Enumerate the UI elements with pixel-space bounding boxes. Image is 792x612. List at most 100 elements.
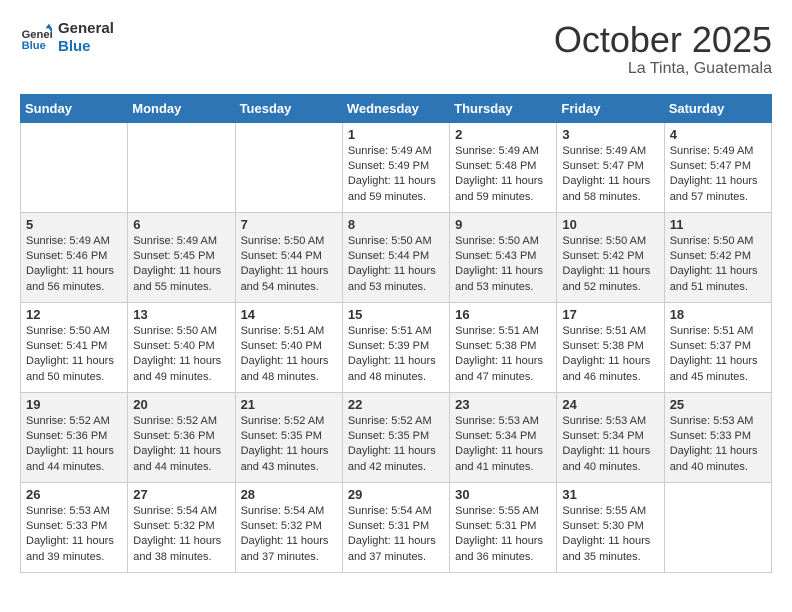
days-header-row: SundayMondayTuesdayWednesdayThursdayFrid… [21, 94, 772, 122]
cell-line: Sunrise: 5:50 AM [670, 235, 754, 247]
cell-line: Sunset: 5:46 PM [26, 250, 107, 262]
cell-line: Sunrise: 5:51 AM [670, 325, 754, 337]
cell-line: and 55 minutes. [133, 281, 211, 293]
cell-line: Sunrise: 5:52 AM [348, 415, 432, 427]
cell-line: Daylight: 11 hours [455, 445, 543, 457]
cell-line: Daylight: 11 hours [241, 445, 329, 457]
cell-line: Daylight: 11 hours [26, 445, 114, 457]
day-number: 12 [26, 307, 122, 322]
cell-line: Sunrise: 5:49 AM [562, 145, 646, 157]
cell-line: Sunrise: 5:53 AM [562, 415, 646, 427]
cell-line: and 50 minutes. [26, 371, 104, 383]
cell-content: Sunrise: 5:50 AMSunset: 5:44 PMDaylight:… [348, 234, 444, 296]
cell-line: Sunset: 5:40 PM [241, 340, 322, 352]
cell-content: Sunrise: 5:50 AMSunset: 5:44 PMDaylight:… [241, 234, 337, 296]
week-row-5: 26Sunrise: 5:53 AMSunset: 5:33 PMDayligh… [21, 482, 772, 572]
cell-line: Daylight: 11 hours [562, 355, 650, 367]
title-block: October 2025 La Tinta, Guatemala [554, 20, 772, 78]
cell-line: and 40 minutes. [562, 461, 640, 473]
cell-line: and 37 minutes. [348, 551, 426, 563]
day-number: 9 [455, 217, 551, 232]
cell-line: Sunrise: 5:53 AM [455, 415, 539, 427]
cell-line: Daylight: 11 hours [562, 535, 650, 547]
calendar-cell: 3Sunrise: 5:49 AMSunset: 5:47 PMDaylight… [557, 122, 664, 212]
day-number: 8 [348, 217, 444, 232]
cell-line: Sunset: 5:31 PM [455, 520, 536, 532]
calendar-cell: 4Sunrise: 5:49 AMSunset: 5:47 PMDaylight… [664, 122, 771, 212]
cell-content: Sunrise: 5:54 AMSunset: 5:31 PMDaylight:… [348, 504, 444, 566]
day-number: 26 [26, 487, 122, 502]
cell-content: Sunrise: 5:53 AMSunset: 5:34 PMDaylight:… [562, 414, 658, 476]
logo-blue: Blue [58, 38, 114, 56]
calendar-cell: 30Sunrise: 5:55 AMSunset: 5:31 PMDayligh… [450, 482, 557, 572]
cell-content: Sunrise: 5:51 AMSunset: 5:38 PMDaylight:… [562, 324, 658, 386]
cell-line: Sunset: 5:30 PM [562, 520, 643, 532]
week-row-4: 19Sunrise: 5:52 AMSunset: 5:36 PMDayligh… [21, 392, 772, 482]
cell-content: Sunrise: 5:50 AMSunset: 5:40 PMDaylight:… [133, 324, 229, 386]
day-number: 4 [670, 127, 766, 142]
cell-line: Daylight: 11 hours [562, 445, 650, 457]
cell-line: Sunset: 5:47 PM [562, 160, 643, 172]
cell-line: Sunset: 5:35 PM [348, 430, 429, 442]
day-number: 31 [562, 487, 658, 502]
cell-content: Sunrise: 5:52 AMSunset: 5:35 PMDaylight:… [241, 414, 337, 476]
week-row-2: 5Sunrise: 5:49 AMSunset: 5:46 PMDaylight… [21, 212, 772, 302]
cell-line: and 44 minutes. [133, 461, 211, 473]
cell-content: Sunrise: 5:49 AMSunset: 5:48 PMDaylight:… [455, 144, 551, 206]
cell-content: Sunrise: 5:49 AMSunset: 5:46 PMDaylight:… [26, 234, 122, 296]
calendar-cell: 28Sunrise: 5:54 AMSunset: 5:32 PMDayligh… [235, 482, 342, 572]
cell-line: Sunrise: 5:50 AM [348, 235, 432, 247]
cell-content: Sunrise: 5:52 AM Sunset: 5:35 PM Daylight:… [348, 414, 444, 476]
day-number: 3 [562, 127, 658, 142]
cell-line: Sunrise: 5:51 AM [241, 325, 325, 337]
cell-line: Daylight: 11 hours [133, 265, 221, 277]
cell-line: Daylight: 11 hours [670, 265, 758, 277]
day-number: 18 [670, 307, 766, 322]
cell-content: Sunrise: 5:52 AMSunset: 5:36 PMDaylight:… [133, 414, 229, 476]
cell-line: Sunrise: 5:54 AM [348, 505, 432, 517]
cell-line: and 56 minutes. [26, 281, 104, 293]
cell-line: Sunset: 5:42 PM [670, 250, 751, 262]
day-number: 11 [670, 217, 766, 232]
cell-line: and 37 minutes. [241, 551, 319, 563]
cell-line: Sunrise: 5:51 AM [348, 325, 432, 337]
cell-line: Sunset: 5:31 PM [348, 520, 429, 532]
calendar-cell: 9Sunrise: 5:50 AMSunset: 5:43 PMDaylight… [450, 212, 557, 302]
cell-line: Daylight: 11 hours [241, 535, 329, 547]
cell-line: and 44 minutes. [26, 461, 104, 473]
cell-line: and 52 minutes. [562, 281, 640, 293]
cell-line: and 53 minutes. [348, 281, 426, 293]
cell-content: Sunrise: 5:55 AMSunset: 5:30 PMDaylight:… [562, 504, 658, 566]
location-subtitle: La Tinta, Guatemala [554, 60, 772, 78]
calendar-cell: 12Sunrise: 5:50 AMSunset: 5:41 PMDayligh… [21, 302, 128, 392]
calendar-cell: 29Sunrise: 5:54 AMSunset: 5:31 PMDayligh… [342, 482, 449, 572]
day-number: 6 [133, 217, 229, 232]
calendar-cell: 25Sunrise: 5:53 AMSunset: 5:33 PMDayligh… [664, 392, 771, 482]
cell-line: and 36 minutes. [455, 551, 533, 563]
calendar-cell: 27Sunrise: 5:54 AMSunset: 5:32 PMDayligh… [128, 482, 235, 572]
calendar-cell: 19Sunrise: 5:52 AMSunset: 5:36 PMDayligh… [21, 392, 128, 482]
cell-line: Daylight: 11 hours [348, 445, 436, 457]
logo-icon: General Blue [20, 22, 52, 54]
cell-line: Daylight: 11 hours [348, 265, 436, 277]
cell-line: Sunset: 5:35 PM [241, 430, 322, 442]
cell-line: Daylight: 11 hours [670, 175, 758, 187]
week-row-3: 12Sunrise: 5:50 AMSunset: 5:41 PMDayligh… [21, 302, 772, 392]
day-number: 15 [348, 307, 444, 322]
cell-line: and 39 minutes. [26, 551, 104, 563]
day-number: 13 [133, 307, 229, 322]
cell-line: Sunset: 5:32 PM [133, 520, 214, 532]
calendar-cell: 23Sunrise: 5:53 AMSunset: 5:34 PMDayligh… [450, 392, 557, 482]
cell-line: Daylight: 11 hours [26, 265, 114, 277]
cell-line: Sunset: 5:41 PM [26, 340, 107, 352]
cell-line: Daylight: 11 hours [455, 265, 543, 277]
svg-text:General: General [22, 29, 52, 41]
cell-content: Sunrise: 5:50 AMSunset: 5:42 PMDaylight:… [562, 234, 658, 296]
calendar-cell: 5Sunrise: 5:49 AMSunset: 5:46 PMDaylight… [21, 212, 128, 302]
page-header: General Blue General Blue October 2025 L… [20, 20, 772, 78]
calendar-cell [664, 482, 771, 572]
calendar-cell: 18Sunrise: 5:51 AMSunset: 5:37 PMDayligh… [664, 302, 771, 392]
cell-line: Sunset: 5:38 PM [562, 340, 643, 352]
calendar-cell [21, 122, 128, 212]
cell-line: Daylight: 11 hours [455, 175, 543, 187]
